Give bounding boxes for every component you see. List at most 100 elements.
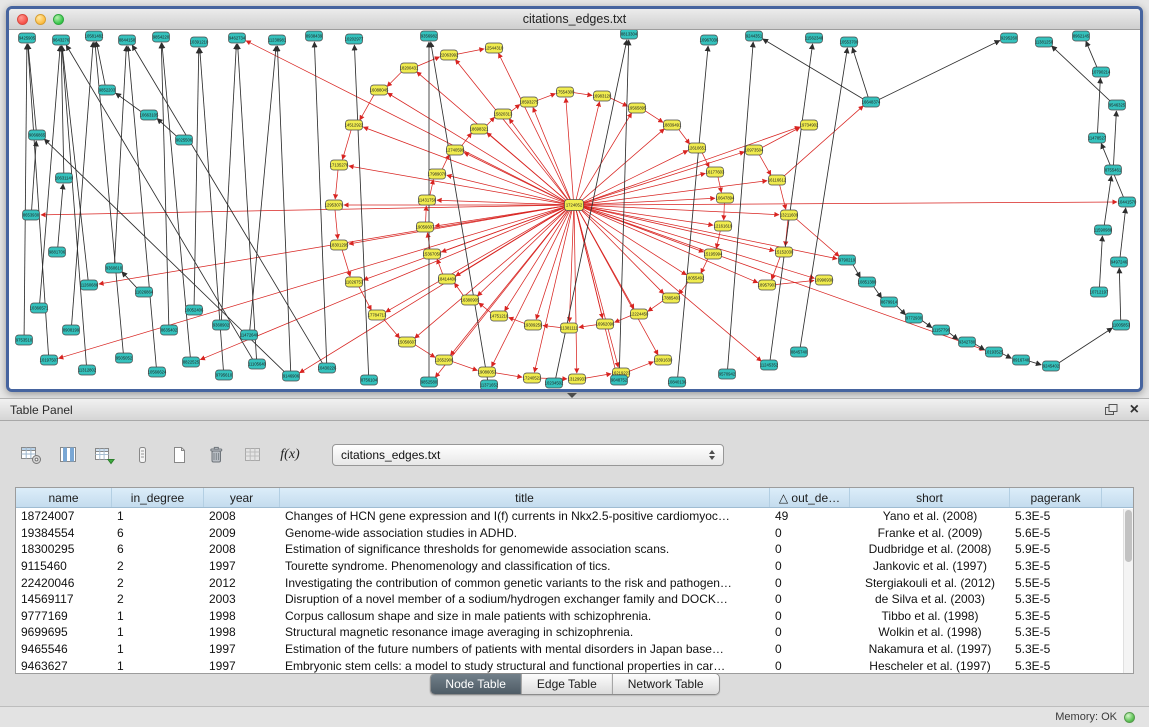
graph-node[interactable]: 17989070 xyxy=(428,169,447,179)
graph-node[interactable]: 19086053 xyxy=(478,367,497,377)
graph-node[interactable]: 10234502 xyxy=(545,378,564,388)
graph-node[interactable]: 17784713 xyxy=(368,310,387,320)
window-titlebar[interactable]: citations_edges.txt xyxy=(9,9,1140,30)
graph-node[interactable]: 18698321 xyxy=(470,124,489,134)
table-mode-icon[interactable] xyxy=(18,442,44,468)
graph-edge[interactable] xyxy=(360,94,375,120)
table-row[interactable]: 946554611997Estimation of the future num… xyxy=(16,641,1133,658)
graph-edge[interactable] xyxy=(1058,328,1113,364)
graph-edge[interactable] xyxy=(873,285,882,298)
graph-node[interactable]: 19056607 xyxy=(416,222,435,232)
table-row[interactable]: 977716911998Corpus callosum shape and si… xyxy=(16,608,1133,625)
graph-node[interactable]: 10566624 xyxy=(148,367,167,377)
close-window-button[interactable] xyxy=(17,14,28,25)
graph-edge[interactable] xyxy=(300,208,568,373)
graph-node[interactable]: 9360610 xyxy=(106,263,123,273)
table-row[interactable]: 1830029562008Estimation of significance … xyxy=(16,541,1133,558)
graph-node[interactable]: 8938439 xyxy=(306,31,323,41)
graph-edge[interactable] xyxy=(615,315,632,322)
graph-node[interactable]: 17885403 xyxy=(662,293,681,303)
graph-node[interactable]: 10851380 xyxy=(858,277,877,287)
graph-edge[interactable] xyxy=(387,71,402,87)
minimize-window-button[interactable] xyxy=(35,14,46,25)
graph-node[interactable]: 9643276 xyxy=(53,35,70,45)
graph-edge[interactable] xyxy=(194,48,199,305)
graph-edge[interactable] xyxy=(414,344,435,357)
table-row[interactable]: 1872400712008Changes of HCN gene express… xyxy=(16,508,1133,525)
graph-node[interactable]: 17240522 xyxy=(523,373,542,383)
graph-edge[interactable] xyxy=(426,206,427,222)
graph-node[interactable]: 9881706 xyxy=(49,247,66,257)
graph-edge[interactable] xyxy=(96,42,105,85)
graph-node[interactable]: 11381111 xyxy=(560,323,578,333)
float-panel-icon[interactable] xyxy=(1104,403,1118,416)
graph-edge[interactable] xyxy=(343,130,352,160)
graph-edge[interactable] xyxy=(573,93,592,96)
graph-edge[interactable] xyxy=(576,210,618,367)
graph-node[interactable]: 10441570 xyxy=(1118,197,1137,207)
graph-node[interactable]: 18200431 xyxy=(400,63,419,73)
graph-edge[interactable] xyxy=(454,283,464,297)
graph-edge[interactable] xyxy=(277,46,290,371)
function-builder-icon[interactable]: f(x) xyxy=(277,442,303,468)
graph-node[interactable]: 11005853 xyxy=(1112,320,1131,330)
graph-edge[interactable] xyxy=(238,44,257,359)
graph-edge[interactable] xyxy=(724,203,725,220)
graph-node[interactable]: 10581482 xyxy=(85,31,104,41)
graph-node[interactable]: 14512922 xyxy=(345,120,364,130)
graph-node[interactable]: 10430226 xyxy=(318,363,337,373)
tab-edge-table[interactable]: Edge Table xyxy=(522,674,613,694)
table-row[interactable]: 1456911722003Disruption of a novel membe… xyxy=(16,591,1133,608)
graph-node[interactable]: 8844158 xyxy=(119,35,136,45)
column-header[interactable]: pagerank xyxy=(1010,488,1102,507)
graph-node[interactable]: 8962145 xyxy=(1073,31,1090,41)
graph-edge[interactable] xyxy=(783,106,863,177)
graph-node[interactable]: 10973504 xyxy=(745,145,764,155)
graph-edge[interactable] xyxy=(582,207,985,350)
graph-node[interactable]: 17135278 xyxy=(330,160,349,170)
graph-node[interactable]: 8916748 xyxy=(1013,355,1030,365)
graph-node[interactable]: 10840136 xyxy=(668,377,687,387)
graph-node[interactable]: 18839491 xyxy=(663,120,682,130)
graph-node[interactable]: 19309259 xyxy=(524,320,543,330)
column-header[interactable]: name xyxy=(16,488,112,507)
graph-edge[interactable] xyxy=(579,325,597,328)
graph-edge[interactable] xyxy=(62,46,87,365)
column-header[interactable]: in_degree xyxy=(112,488,204,507)
graph-node[interactable]: 9368902 xyxy=(213,320,230,330)
graph-edge[interactable] xyxy=(679,281,689,294)
graph-node[interactable]: 10790214 xyxy=(1092,67,1111,77)
graph-edge[interactable] xyxy=(543,326,561,328)
graph-edge[interactable] xyxy=(629,362,654,372)
graph-edge[interactable] xyxy=(447,175,566,204)
graph-edge[interactable] xyxy=(533,108,571,201)
graph-edge[interactable] xyxy=(582,206,815,278)
graph-node[interactable]: 11026864 xyxy=(135,287,154,297)
graph-edge[interactable] xyxy=(852,264,860,278)
graph-node[interactable]: 9772930 xyxy=(906,313,923,323)
graph-edge[interactable] xyxy=(354,45,368,375)
graph-node[interactable]: 9852580 xyxy=(421,377,438,387)
graph-node[interactable]: 10202977 xyxy=(345,34,364,44)
graph-node[interactable]: 12610651 xyxy=(688,143,707,153)
graph-edge[interactable] xyxy=(221,44,236,320)
graph-edge[interactable] xyxy=(582,202,1117,205)
graph-edge[interactable] xyxy=(1100,236,1103,287)
graph-node[interactable]: 16648374 xyxy=(862,97,881,107)
graph-node[interactable]: 11157796 xyxy=(932,325,951,335)
graph-node[interactable]: 9425905 xyxy=(19,33,36,43)
graph-edge[interactable] xyxy=(495,373,522,378)
tab-node-table[interactable]: Node Table xyxy=(430,674,522,694)
graph-edge[interactable] xyxy=(363,127,566,203)
graph-node[interactable]: 13129933 xyxy=(568,374,587,384)
column-header[interactable]: year xyxy=(204,488,280,507)
graph-node[interactable]: 12652906 xyxy=(435,355,454,365)
graph-edge[interactable] xyxy=(728,42,754,369)
graph-edge[interactable] xyxy=(1002,353,1012,358)
graph-edge[interactable] xyxy=(157,119,177,138)
graph-edge[interactable] xyxy=(28,44,36,130)
graph-node[interactable]: 9497246 xyxy=(1111,257,1128,267)
graph-node[interactable]: 10366571 xyxy=(30,303,49,313)
graph-edge[interactable] xyxy=(537,94,556,101)
graph-edge[interactable] xyxy=(763,39,864,100)
